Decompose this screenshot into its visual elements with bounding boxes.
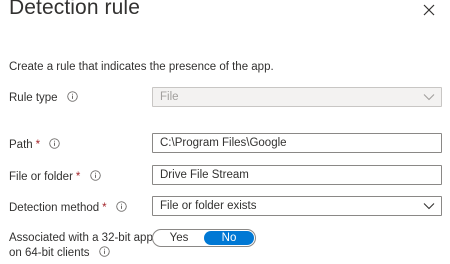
info-icon[interactable] [67,91,78,102]
description-text: Create a rule that indicates the presenc… [9,61,274,73]
close-icon[interactable] [421,2,437,18]
detection-method-label-text: Detection method [9,202,100,214]
associated-32bit-label-line2: on 64-bit clients [9,247,90,259]
rule-type-label: Rule type [9,91,78,104]
file-or-folder-input[interactable]: Drive File Stream [152,165,442,185]
path-label: Path * [9,138,61,151]
panel-title: Detection rule [9,0,140,19]
file-or-folder-label-text: File or folder [9,171,73,183]
associated-32bit-label-line1: Associated with a 32-bit app [9,232,153,244]
associated-32bit-label: Associated with a 32-bit app on 64-bit c… [9,231,153,261]
file-or-folder-value: Drive File Stream [160,169,249,181]
path-label-text: Path [9,139,33,151]
chevron-down-icon [423,94,435,101]
info-icon[interactable] [89,170,101,181]
path-input[interactable]: C:\Program Files\Google [152,133,442,153]
associated-32bit-toggle[interactable]: Yes No [152,229,256,247]
info-icon[interactable] [116,201,127,212]
detection-method-dropdown[interactable]: File or folder exists [152,196,442,216]
detection-method-value: File or folder exists [160,200,257,212]
rule-type-label-text: Rule type [9,92,58,104]
toggle-option-yes[interactable]: Yes [153,230,205,246]
rule-type-dropdown[interactable]: File [152,87,442,107]
required-marker: * [35,139,41,151]
rule-type-value: File [160,91,179,103]
info-icon[interactable] [49,138,61,149]
chevron-down-icon [423,203,435,210]
required-marker: * [102,202,107,214]
path-value: C:\Program Files\Google [160,137,287,149]
file-or-folder-label: File or folder * [9,170,101,183]
required-marker: * [75,171,81,183]
toggle-option-no[interactable]: No [204,231,254,245]
info-icon[interactable] [99,246,110,257]
detection-method-label: Detection method * [9,201,127,214]
